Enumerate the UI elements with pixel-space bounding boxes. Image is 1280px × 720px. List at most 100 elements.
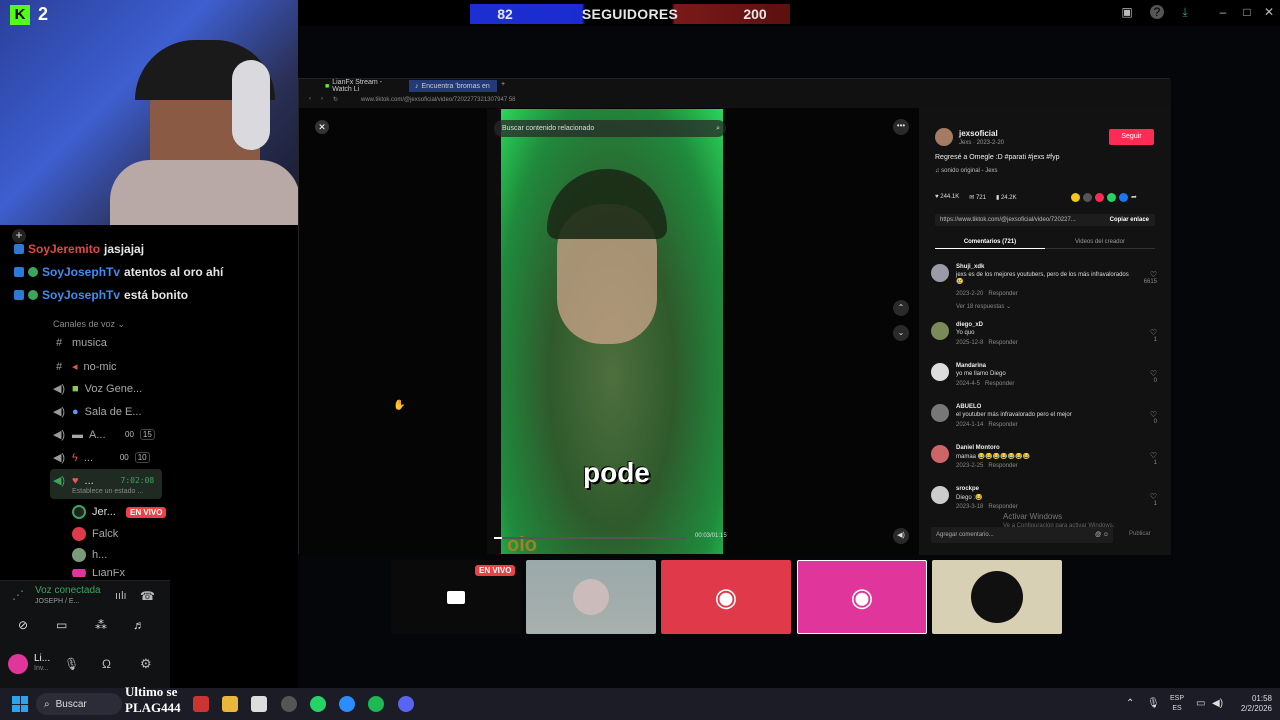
sound-info[interactable]: ♫ sonido original - Jexs bbox=[935, 168, 998, 174]
channel-voz-general[interactable]: ◀) ■ Voz Gene... bbox=[52, 382, 142, 396]
url-field[interactable]: www.tiktok.com/@jexsoficial/video/720227… bbox=[361, 97, 516, 103]
store-icon[interactable] bbox=[251, 696, 267, 712]
previous-video-button[interactable]: ⌃ bbox=[893, 300, 909, 316]
reply-button[interactable]: Responder bbox=[988, 422, 1017, 428]
share-tiktok-icon[interactable] bbox=[1095, 193, 1104, 202]
disconnect-icon[interactable]: ☎ bbox=[140, 589, 155, 603]
network-icon[interactable]: ▭ bbox=[1196, 698, 1205, 709]
commenter-name[interactable]: srockpe bbox=[956, 486, 979, 492]
video-progress-bar[interactable] bbox=[494, 537, 686, 539]
share-link-icon[interactable] bbox=[1083, 193, 1092, 202]
reply-button[interactable]: Responder bbox=[988, 504, 1017, 510]
user-avatar[interactable] bbox=[8, 654, 28, 674]
related-search-input[interactable]: Buscar contenido relacionado ⌕ bbox=[494, 120, 726, 137]
stream-thumbnail-screen[interactable]: EN VIVO bbox=[391, 560, 521, 634]
follow-button[interactable]: Seguir bbox=[1109, 129, 1154, 145]
commenter-avatar[interactable] bbox=[931, 486, 949, 504]
stream-thumbnail-camera[interactable] bbox=[526, 560, 656, 634]
comment-input[interactable]: Agregar comentario... @ ☺ bbox=[931, 527, 1113, 543]
share-embed-icon[interactable] bbox=[1071, 193, 1080, 202]
tab-comments[interactable]: Comentarios (721) bbox=[935, 239, 1045, 249]
commenter-name[interactable]: diego_xD bbox=[956, 322, 983, 328]
back-icon[interactable]: ‹ bbox=[309, 96, 311, 102]
channel-a[interactable]: ◀) ▬ A... 00 15 bbox=[52, 428, 155, 441]
member-item[interactable]: h... bbox=[72, 548, 107, 562]
reply-button[interactable]: Responder bbox=[988, 463, 1017, 469]
language-indicator[interactable]: ESP ES bbox=[1170, 694, 1184, 714]
forward-icon[interactable]: › bbox=[321, 96, 323, 102]
comment-button[interactable]: ✉ 721 bbox=[969, 194, 986, 201]
voice-connected-label[interactable]: Voz conectada bbox=[35, 585, 101, 596]
author-name[interactable]: jexsoficial bbox=[959, 129, 998, 138]
emoji-mention-icons[interactable]: @ ☺ bbox=[1095, 527, 1109, 543]
participant-tile-avatar[interactable] bbox=[932, 560, 1062, 634]
share-arrow-icon[interactable]: ➦ bbox=[1131, 193, 1137, 202]
tab-creator-videos[interactable]: Videos del creador bbox=[1045, 239, 1155, 249]
member-item[interactable]: LianFx bbox=[72, 569, 125, 577]
copy-link-button[interactable]: Copiar enlace bbox=[1110, 214, 1149, 226]
tray-chevron-icon[interactable]: ⌃ bbox=[1126, 698, 1134, 709]
commenter-name[interactable]: Mandarina bbox=[956, 363, 986, 369]
tray-mic-icon[interactable]: 🎙 bbox=[1147, 698, 1160, 709]
help-icon[interactable]: ? bbox=[1150, 5, 1164, 19]
taskbar-search[interactable]: ⌕ Buscar bbox=[36, 693, 122, 715]
commenter-name[interactable]: Daniel Montoro bbox=[956, 445, 1000, 451]
channel-musica[interactable]: # musica bbox=[52, 337, 107, 349]
maximize-icon[interactable]: □ bbox=[1240, 5, 1254, 19]
clock[interactable]: 01:58 2/2/2026 bbox=[1232, 694, 1272, 714]
like-button[interactable]: ♥ 244.1K bbox=[935, 194, 959, 201]
noise-suppression-icon[interactable]: ıılı bbox=[115, 590, 127, 602]
commenter-name[interactable]: Shuji_xdk bbox=[956, 264, 984, 270]
participant-tile-discord[interactable]: ◉ bbox=[661, 560, 791, 634]
comment-like-icon[interactable]: ♡ bbox=[1150, 451, 1157, 460]
member-item[interactable]: Falck bbox=[72, 527, 118, 541]
more-options-icon[interactable]: ••• bbox=[893, 119, 909, 135]
view-replies[interactable]: Ver 18 respuestas ⌄ bbox=[956, 303, 1011, 310]
comment-like-icon[interactable]: ♡ bbox=[1150, 369, 1157, 378]
commenter-avatar[interactable] bbox=[931, 322, 949, 340]
save-button[interactable]: ▮ 24.2K bbox=[996, 194, 1017, 201]
author-avatar[interactable] bbox=[935, 128, 953, 146]
commenter-avatar[interactable] bbox=[931, 404, 949, 422]
comment-like-icon[interactable]: ♡ bbox=[1150, 328, 1157, 337]
channel-no-mic[interactable]: # ◂ no-mic bbox=[52, 360, 117, 374]
next-video-button[interactable]: ⌄ bbox=[893, 325, 909, 341]
publish-button[interactable]: Publicar bbox=[1129, 531, 1151, 537]
member-item[interactable]: Jer... EN VIVO bbox=[72, 505, 167, 519]
volume-tray-icon[interactable]: ◀) bbox=[1212, 698, 1223, 709]
status-hint[interactable]: Establece un estado ... bbox=[72, 488, 143, 495]
chrome-icon[interactable] bbox=[281, 696, 297, 712]
settings-gear-icon[interactable]: ⚙ bbox=[140, 656, 152, 672]
spotify-icon[interactable] bbox=[368, 696, 384, 712]
minimize-icon[interactable]: – bbox=[1216, 5, 1230, 19]
activities-icon[interactable]: ⁂ bbox=[95, 618, 107, 632]
reply-button[interactable]: Responder bbox=[988, 340, 1017, 346]
tab-tiktok[interactable]: ♪ Encuentra 'bromas en bbox=[409, 80, 497, 92]
screen-share-icon[interactable]: ▣ bbox=[1120, 5, 1134, 19]
file-explorer-icon[interactable] bbox=[222, 696, 238, 712]
commenter-avatar[interactable] bbox=[931, 264, 949, 282]
discord-icon[interactable] bbox=[398, 696, 414, 712]
voice-channels-header[interactable]: Canales de voz ⌄ bbox=[53, 319, 125, 330]
video-link[interactable]: https://www.tiktok.com/@jexsoficial/vide… bbox=[940, 217, 1076, 223]
channel-active[interactable]: ◀) ♥... 7:02:08 bbox=[52, 474, 154, 488]
close-icon[interactable]: ✕ bbox=[1262, 5, 1276, 19]
participant-tile-discord-pink[interactable]: ◉ bbox=[797, 560, 927, 634]
headphones-icon[interactable]: Ω bbox=[102, 657, 111, 671]
windows-start-icon[interactable] bbox=[12, 696, 28, 712]
volume-icon[interactable]: ◀) bbox=[893, 528, 909, 544]
mic-icon[interactable]: 🎙 bbox=[64, 657, 79, 671]
whatsapp-icon[interactable] bbox=[310, 696, 326, 712]
new-tab-icon[interactable]: + bbox=[501, 81, 505, 88]
download-icon[interactable]: ⤓ bbox=[1178, 5, 1192, 19]
commenter-avatar[interactable] bbox=[931, 363, 949, 381]
camera-off-icon[interactable]: ⊘ bbox=[18, 618, 28, 632]
add-server-icon[interactable]: + bbox=[12, 229, 26, 243]
commenter-name[interactable]: ABUELO bbox=[956, 404, 981, 410]
comment-like-icon[interactable]: ♡ bbox=[1150, 492, 1157, 501]
screen-share-button[interactable]: ▭ bbox=[56, 618, 67, 632]
channel-dots[interactable]: ◀) ϟ... 00 10 bbox=[52, 451, 150, 464]
close-video-button[interactable]: ✕ bbox=[315, 120, 329, 134]
zoom-icon[interactable] bbox=[339, 696, 355, 712]
share-facebook-icon[interactable] bbox=[1119, 193, 1128, 202]
